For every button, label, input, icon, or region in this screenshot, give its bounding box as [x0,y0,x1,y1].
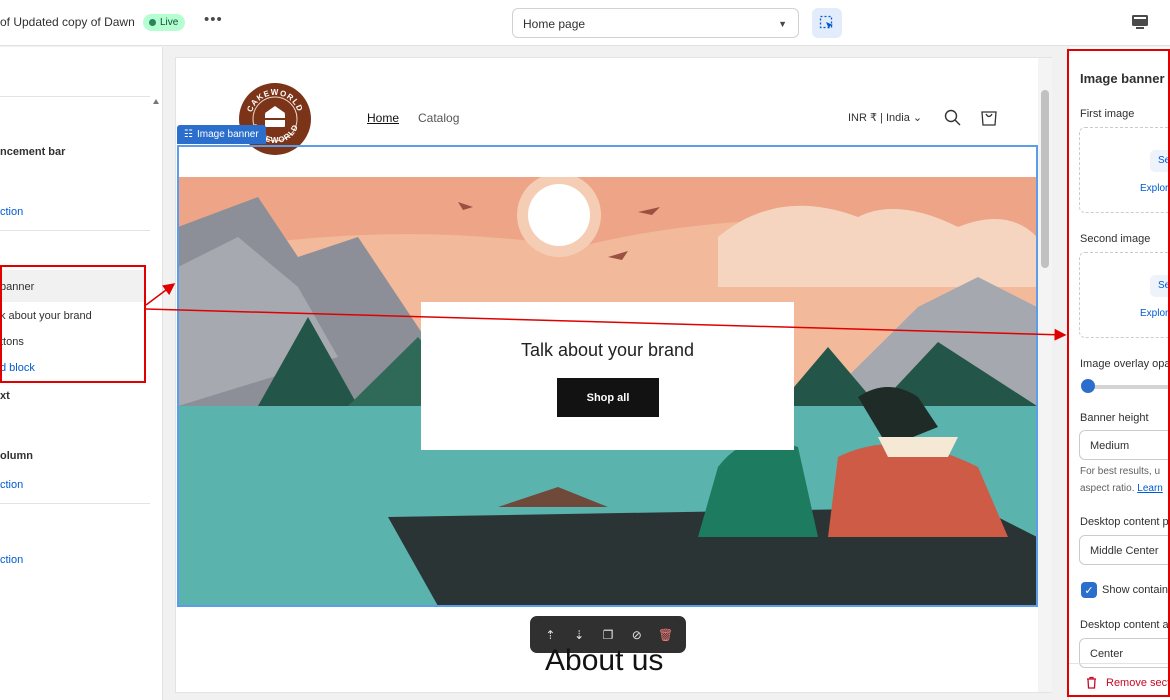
select-image-button[interactable]: Sele [1150,275,1170,297]
settings-title: Image banner [1080,71,1165,86]
desktop-alignment-value: Center [1090,648,1124,660]
delete-icon[interactable]: 🗑 [657,626,675,644]
cart-icon[interactable] [980,108,998,127]
second-image-label: Second image [1080,233,1151,245]
sidebar-item-announcement-bar[interactable]: ncement bar [0,146,65,158]
banner-height-value: Medium [1090,440,1130,452]
preview-scrollbar[interactable] [1038,58,1052,692]
show-container-label: Show contain [1102,584,1169,596]
nav-link-home[interactable]: Home [367,111,399,125]
slider-handle[interactable] [1081,379,1095,393]
page-selector-value: Home page [523,17,586,31]
banner-heading: Talk about your brand [520,340,695,360]
banner-height-select[interactable]: Medium [1079,430,1170,460]
currency-selector[interactable]: INR ₹ | India ⌄ [848,111,922,124]
duplicate-icon[interactable]: ❐ [599,626,617,644]
show-container-checkbox[interactable]: ✓ [1081,582,1097,598]
select-image-button[interactable]: Sele [1150,150,1170,172]
chevron-down-icon: ▼ [778,19,787,29]
banner-height-hint: For best results, u [1080,466,1161,477]
second-image-picker[interactable]: Sele Explore [1079,252,1170,338]
add-section-link[interactable]: ction [0,206,23,218]
sidebar-scrollbar[interactable] [150,48,162,648]
banner-height-hint-2: aspect ratio. Learn [1080,483,1163,494]
divider [0,230,150,231]
divider [0,96,150,97]
divider [0,503,150,504]
desktop-position-value: Middle Center [1090,545,1159,557]
chevron-down-icon: ⌄ [912,112,923,124]
explore-link[interactable]: Explore [1140,308,1170,319]
live-badge-label: Live [160,17,179,28]
banner-content-box: Talk about your brand Shop all [421,302,794,450]
add-block-link[interactable]: d block [0,362,35,374]
sidebar-item-rich-text[interactable]: xt [0,390,10,402]
live-dot-icon [149,19,156,26]
hide-icon[interactable]: ⊘ [628,626,646,644]
desktop-alignment-label: Desktop content a [1080,619,1169,631]
sidebar-block-heading[interactable]: k about your brand [0,310,92,322]
desktop-position-select[interactable]: Middle Center [1079,535,1170,565]
first-image-label: First image [1080,108,1135,120]
top-bar: of Updated copy of Dawn Live ••• Home pa… [0,0,1170,46]
nav-link-catalog[interactable]: Catalog [418,111,459,125]
select-cursor-icon [819,15,833,29]
settings-panel: Image banner First image Sele Explore Se… [1068,47,1170,700]
add-section-link[interactable]: ction [0,554,23,566]
overlay-opacity-label: Image overlay opa [1080,358,1170,370]
more-actions-button[interactable]: ••• [204,11,223,28]
desktop-preview-icon[interactable] [1130,12,1150,32]
remove-section-label: Remove sect [1106,677,1170,689]
live-badge: Live [143,14,186,31]
section-tag[interactable]: ☷ Image banner [177,125,266,144]
hint-text: aspect ratio. [1080,483,1138,494]
explore-link[interactable]: Explore [1140,183,1170,194]
move-down-icon[interactable]: ⇣ [570,626,588,644]
currency-label: INR ₹ | India [848,112,910,124]
sidebar-item-multicolumn[interactable]: olumn [0,450,33,462]
add-section-link[interactable]: ction [0,479,23,491]
sections-sidebar: ncement bar ction banner k about your br… [0,47,163,700]
banner-height-label: Banner height [1080,412,1149,424]
remove-section-button[interactable]: Remove sect [1069,663,1170,700]
move-up-icon[interactable]: ⇡ [541,626,559,644]
scroll-thumb[interactable] [1041,90,1049,268]
overlay-opacity-slider[interactable] [1086,385,1170,389]
learn-more-link[interactable]: Learn [1137,483,1163,494]
search-icon[interactable] [944,109,961,126]
sidebar-item-image-banner[interactable]: banner [0,281,34,293]
trash-icon [1087,676,1096,689]
sidebar-block-buttons[interactable]: ttons [0,336,24,348]
store-title: of Updated copy of Dawn [0,15,135,29]
page-selector[interactable]: Home page ▼ [512,8,799,38]
desktop-position-label: Desktop content p [1080,516,1169,528]
shop-all-button[interactable]: Shop all [557,378,659,417]
section-grid-icon: ☷ [184,129,193,140]
inspector-toggle-button[interactable] [812,8,842,38]
section-tag-label: Image banner [196,129,259,140]
first-image-picker[interactable]: Sele Explore [1079,127,1170,213]
about-heading: About us [545,644,664,677]
